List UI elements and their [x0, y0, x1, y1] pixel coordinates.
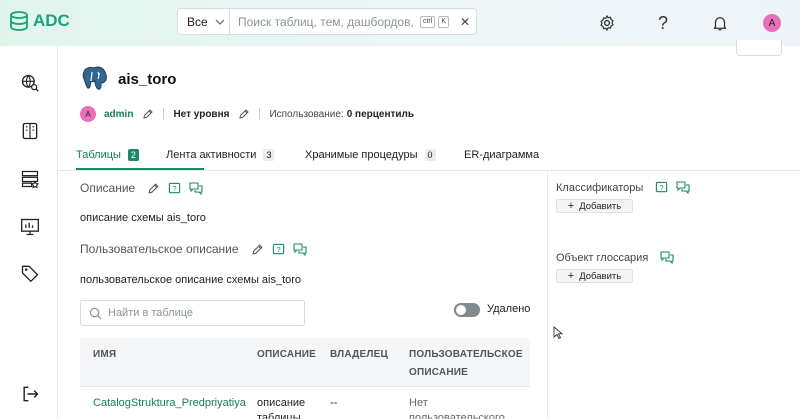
deleted-toggle[interactable]	[454, 303, 480, 317]
shortcut-key-k: K	[438, 15, 449, 28]
owner-avatar: A	[80, 106, 96, 122]
app-logo[interactable]: ADC	[8, 10, 70, 32]
edit-level-icon[interactable]	[238, 108, 250, 120]
gear-icon[interactable]	[597, 13, 617, 33]
search-shortcut: ctrl K	[417, 15, 449, 28]
search-input[interactable]: Поиск таблиц, тем, дашбордов, ...	[230, 15, 417, 29]
tab-activity-feed[interactable]: Лента активности 3	[166, 144, 275, 166]
plus-icon: +	[567, 270, 575, 282]
table-owner-cell: --	[330, 397, 338, 409]
shortcut-key-ctrl: ctrl	[419, 15, 436, 28]
global-search: Все Поиск таблиц, тем, дашбордов, ... ct…	[177, 8, 477, 35]
chevron-down-icon	[215, 19, 225, 25]
description-heading: Описание	[80, 181, 136, 195]
add-classifier-label: Добавить	[579, 200, 622, 212]
tab-er-diagram[interactable]: ER-диаграмма	[464, 144, 539, 166]
tab-count-badge: 3	[263, 149, 275, 161]
tab-label: ER-диаграмма	[464, 149, 540, 161]
classifiers-heading: Классификаторы	[556, 181, 644, 194]
owner-link[interactable]: admin	[104, 109, 133, 120]
table-name-link[interactable]: CatalogStruktura_Predpriyatiya	[93, 396, 246, 411]
help-icon[interactable]: ?	[653, 13, 673, 33]
tag-icon[interactable]	[19, 262, 41, 284]
sidebar	[0, 46, 58, 419]
conversation-icon[interactable]	[292, 242, 307, 256]
tab-bar: Таблицы 2 Лента активности 3 Хранимые пр…	[58, 140, 800, 171]
svg-text:?: ?	[173, 183, 177, 192]
bell-icon[interactable]	[710, 13, 730, 33]
tables-list: ИМЯ ОПИСАНИЕ ВЛАДЕЛЕЦ ПОЛЬЗОВАТЕЛЬСКОЕ О…	[80, 338, 530, 419]
conversation-icon[interactable]	[676, 181, 690, 194]
conversation-icon[interactable]	[660, 251, 674, 264]
actions-dropdown-button[interactable]	[736, 40, 782, 56]
table-search-input[interactable]: Найти в таблице	[80, 300, 305, 326]
request-classifiers-icon[interactable]: ?	[655, 181, 668, 194]
database-logo-icon	[10, 11, 28, 31]
active-tab-indicator	[76, 168, 204, 170]
column-header-user-description[interactable]: ПОЛЬЗОВАТЕЛЬСКОЕ ОПИСАНИЕ	[409, 346, 529, 382]
svg-text:?: ?	[276, 244, 280, 253]
request-description-icon[interactable]: ?	[168, 182, 181, 195]
tab-label: Таблицы	[76, 149, 121, 161]
glossary-heading: Объект глоссария	[556, 251, 649, 264]
add-glossary-label: Добавить	[579, 270, 622, 282]
meta-divider	[163, 108, 165, 120]
table-header: ИМЯ ОПИСАНИЕ ВЛАДЕЛЕЦ ПОЛЬЗОВАТЕЛЬСКОЕ О…	[80, 338, 530, 387]
edit-description-icon[interactable]	[147, 182, 160, 195]
description-text: описание схемы ais_toro	[80, 212, 206, 224]
column-header-owner[interactable]: ВЛАДЕЛЕЦ	[330, 346, 388, 364]
deleted-toggle-label: Удалено	[487, 303, 531, 315]
tab-count-badge: 0	[424, 149, 436, 161]
schema-meta: A admin Нет уровня Использование: 0 перц…	[80, 105, 414, 123]
add-glossary-button[interactable]: + Добавить	[556, 269, 633, 283]
tab-label: Лента активности	[166, 149, 257, 161]
edit-owner-icon[interactable]	[142, 108, 154, 120]
table-user-description-cell: Нет пользовательского	[409, 397, 505, 419]
logo-text: ADC	[33, 11, 70, 30]
glossary-header: Объект глоссария	[556, 251, 674, 264]
tab-count-badge: 2	[127, 149, 139, 161]
search-scope-value: Все	[187, 14, 208, 29]
edit-user-description-icon[interactable]	[251, 243, 264, 256]
postgresql-elephant-icon	[80, 64, 110, 97]
panel-divider	[547, 171, 548, 419]
level-value: Нет уровня	[173, 108, 230, 120]
description-header: Описание ?	[80, 181, 203, 195]
globe-search-icon[interactable]	[19, 72, 41, 94]
column-header-description[interactable]: ОПИСАНИЕ	[257, 346, 316, 364]
usage-value: 0 перцентиль	[346, 108, 415, 120]
tab-tables[interactable]: Таблицы 2	[76, 144, 139, 166]
mouse-cursor-icon	[553, 326, 564, 343]
top-bar: ADC Все Поиск таблиц, тем, дашбордов, ..…	[0, 0, 800, 46]
monitor-chart-icon[interactable]	[19, 216, 41, 238]
tab-stored-procedures[interactable]: Хранимые процедуры 0	[305, 144, 436, 166]
column-header-name[interactable]: ИМЯ	[93, 346, 116, 364]
user-avatar[interactable]: A	[763, 14, 781, 32]
tab-label: Хранимые процедуры	[305, 149, 418, 161]
plus-icon: +	[567, 200, 575, 212]
user-description-header: Пользовательское описание ?	[80, 242, 307, 256]
table-search-placeholder: Найти в таблице	[108, 307, 194, 319]
schema-title: ais_toro	[118, 71, 177, 88]
search-icon	[89, 307, 102, 319]
search-scope-select[interactable]: Все	[178, 9, 230, 34]
add-classifier-button[interactable]: + Добавить	[556, 199, 633, 213]
meta-divider	[259, 108, 261, 120]
clear-search-icon[interactable]: ✕	[454, 15, 476, 29]
server-list-icon[interactable]	[19, 168, 41, 190]
user-description-text: пользовательское описание схемы ais_toro	[80, 274, 302, 286]
conversation-icon[interactable]	[189, 181, 203, 195]
book-icon[interactable]	[19, 120, 41, 142]
logout-icon[interactable]	[19, 383, 41, 405]
classifiers-header: Классификаторы ?	[556, 181, 690, 194]
table-description-cell: описание таблицы	[257, 397, 306, 419]
svg-text:?: ?	[660, 183, 664, 192]
usage-label: Использование:	[269, 108, 344, 120]
request-user-description-icon[interactable]: ?	[272, 243, 285, 256]
user-description-heading: Пользовательское описание	[80, 242, 239, 256]
